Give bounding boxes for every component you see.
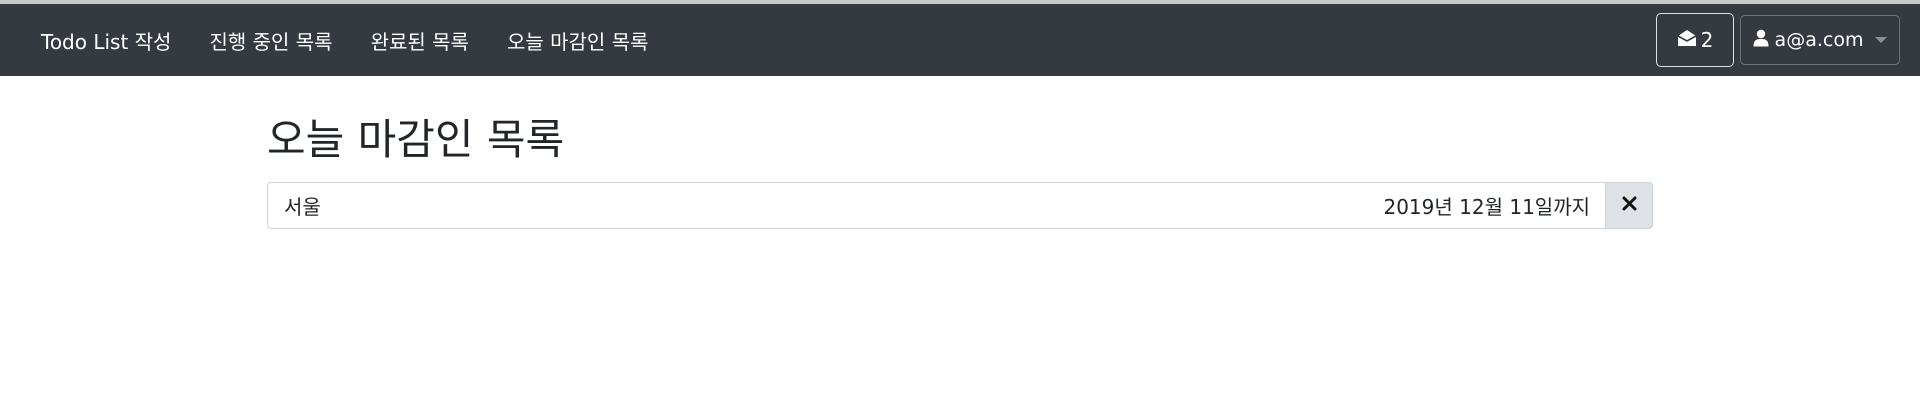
delete-item-button[interactable]: [1606, 182, 1653, 229]
navbar: Todo List 작성 진행 중인 목록 완료된 목록 오늘 마감인 목록 2…: [0, 4, 1920, 76]
main-content: 오늘 마감인 목록 서울 2019년 12월 11일까지: [267, 76, 1653, 229]
messages-button[interactable]: 2: [1656, 13, 1734, 67]
nav-links: Todo List 작성 진행 중인 목록 완료된 목록 오늘 마감인 목록: [22, 26, 667, 55]
nav-link-due-today[interactable]: 오늘 마감인 목록: [488, 26, 668, 55]
messages-count: 2: [1700, 28, 1714, 52]
nav-right: 2 a@a.com: [1656, 13, 1900, 67]
user-email: a@a.com: [1774, 29, 1864, 51]
todo-item-due-date: 2019년 12월 11일까지: [1383, 195, 1590, 219]
nav-link-completed[interactable]: 완료된 목록: [352, 26, 488, 55]
user-menu-button[interactable]: a@a.com: [1740, 15, 1900, 65]
chevron-down-icon: [1875, 37, 1888, 43]
todo-item[interactable]: 서울 2019년 12월 11일까지: [267, 182, 1606, 229]
page-title: 오늘 마감인 목록: [267, 115, 565, 164]
nav-link-create-todo[interactable]: Todo List 작성: [22, 26, 190, 55]
envelope-open-icon: [1677, 28, 1697, 52]
close-icon: [1622, 196, 1637, 215]
user-icon: [1753, 29, 1769, 52]
list-item: 서울 2019년 12월 11일까지: [267, 182, 1653, 229]
nav-link-in-progress[interactable]: 진행 중인 목록: [190, 26, 351, 55]
todo-item-name: 서울: [284, 195, 321, 219]
